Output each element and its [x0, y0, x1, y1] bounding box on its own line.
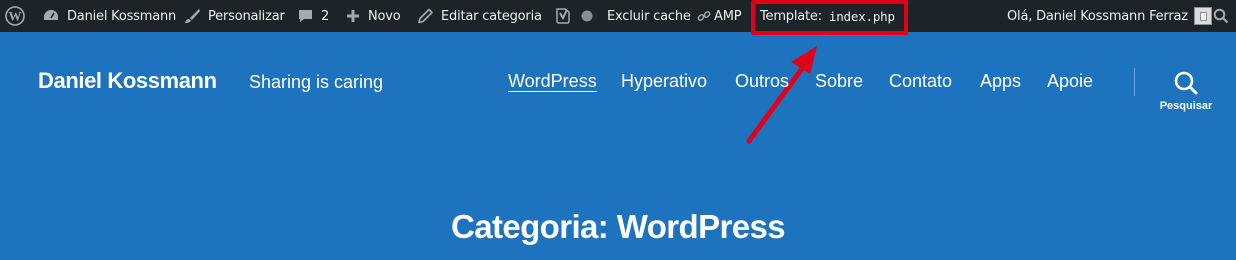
archive-title: Categoria: WordPress: [451, 208, 786, 245]
search-label: Pesquisar: [1159, 100, 1213, 112]
menu-item-sobre[interactable]: Sobre: [815, 71, 863, 92]
menu-item-apoie[interactable]: Apoie: [1047, 71, 1093, 92]
site-title[interactable]: Daniel Kossmann: [38, 68, 217, 94]
menu-item-apps[interactable]: Apps: [980, 71, 1021, 92]
header-search-button[interactable]: Pesquisar: [1156, 68, 1216, 118]
menu-item-outros[interactable]: Outros: [735, 71, 789, 92]
menu-item-hyperativo[interactable]: Hyperativo: [621, 71, 707, 92]
menu-divider: [1134, 68, 1135, 96]
search-icon: [1174, 71, 1198, 100]
site-description: Sharing is caring: [249, 72, 384, 92]
menu-item-contato[interactable]: Contato: [889, 71, 952, 92]
menu-item-wordpress[interactable]: WordPress: [508, 71, 597, 92]
